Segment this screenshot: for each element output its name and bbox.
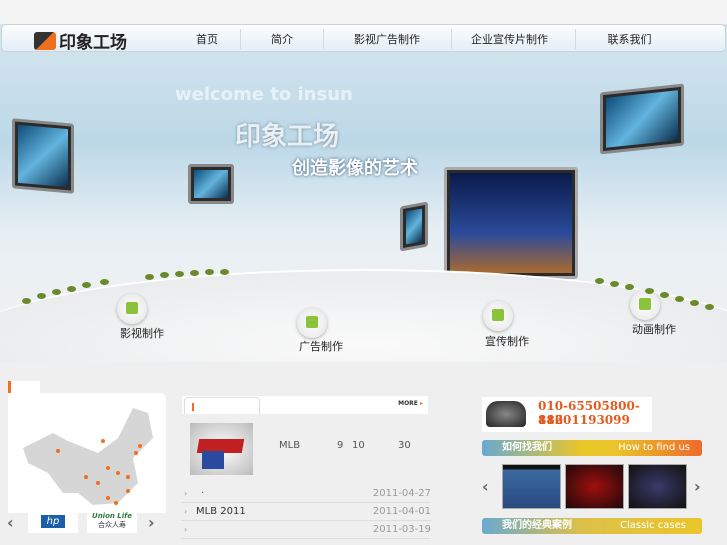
cases-prev-button[interactable]: ‹ [482, 477, 489, 496]
telephone-icon [486, 401, 526, 427]
hero-link-2[interactable]: 广告制作 [299, 338, 343, 354]
hero-slogan: 创造影像的艺术 [292, 158, 418, 179]
more-link[interactable]: MORE ▸ [398, 400, 423, 407]
hp-logo: hp [40, 515, 66, 528]
nav-item-3[interactable]: 影视广告制作 [337, 31, 437, 47]
welcome-text: welcome to insun [175, 84, 353, 105]
more-arrow-icon: ▸ [419, 400, 423, 407]
nav-item-4[interactable]: 企业宣传片制作 [457, 31, 562, 47]
monitor-center [400, 201, 428, 252]
nav-item-5[interactable]: 联系我们 [587, 31, 672, 47]
hero-banner: welcome to insun 印象工场 创造影像的艺术 影视制作 广告制作 … [0, 24, 727, 362]
feature-text[interactable]: MLB [279, 440, 300, 451]
news-item[interactable]: › 2011-03-19 [181, 521, 431, 539]
contact-box: 010-65505800-812 18601193099 [482, 397, 652, 432]
partner-hp[interactable]: hp [28, 512, 78, 533]
phone-2: 18601193099 [538, 413, 630, 427]
logo-text: 印象工场 [59, 33, 127, 53]
feature-num-1: 9 [337, 440, 344, 451]
case-thumbnail-3[interactable] [628, 464, 687, 509]
news-item[interactable]: › MLB 2011 2011-04-01 [181, 503, 431, 521]
partners-prev-button[interactable]: ‹ [7, 513, 14, 532]
partner-union-life[interactable]: Union Life 合众人寿 [87, 512, 137, 533]
monitor-small [188, 164, 234, 204]
news-header: MORE ▸ [182, 396, 428, 414]
union-logo-cn: 合众人寿 [98, 521, 126, 529]
film-icon [117, 294, 147, 324]
nav-item-1[interactable]: 首页 [182, 31, 232, 47]
feature-thumbnail[interactable] [190, 423, 253, 475]
monitor-main [444, 167, 578, 279]
computer-icon [483, 301, 513, 331]
monitor-left [12, 118, 74, 194]
classic-cases-bar[interactable]: 我们的经典案例 Classic cases [482, 518, 702, 534]
hero-title: 印象工场 [235, 122, 340, 152]
window-icon [630, 290, 660, 320]
main-nav: 印象工场 首页 简介 影视广告制作 企业宣传片制作 联系我们 [1, 24, 726, 53]
top-strip [0, 0, 727, 24]
hero-link-4[interactable]: 动画制作 [632, 321, 676, 337]
hero-link-3[interactable]: 宣传制作 [485, 333, 529, 349]
union-logo: Union Life [92, 512, 132, 520]
find-us-bar[interactable]: 如何找我们 How to find us [482, 440, 702, 456]
logo-icon [34, 31, 56, 50]
map-tab [8, 381, 40, 393]
news-item[interactable]: › · 2011-04-27 [181, 485, 431, 503]
case-thumbnail-1[interactable] [502, 464, 561, 509]
monitor-right [600, 83, 684, 155]
feature-num-2: 10 [352, 440, 365, 451]
logo[interactable]: 印象工场 [34, 28, 127, 53]
cases-next-button[interactable]: › [694, 477, 701, 496]
case-thumbnail-2[interactable] [565, 464, 624, 509]
nav-item-2[interactable]: 简介 [257, 31, 307, 47]
hero-link-1[interactable]: 影视制作 [120, 325, 164, 341]
map-shape [23, 408, 153, 505]
tv-icon [297, 308, 327, 338]
partners-next-button[interactable]: › [148, 513, 155, 532]
china-map[interactable] [8, 393, 166, 513]
news-tab[interactable] [184, 397, 260, 414]
feature-num-3: 30 [398, 440, 411, 451]
